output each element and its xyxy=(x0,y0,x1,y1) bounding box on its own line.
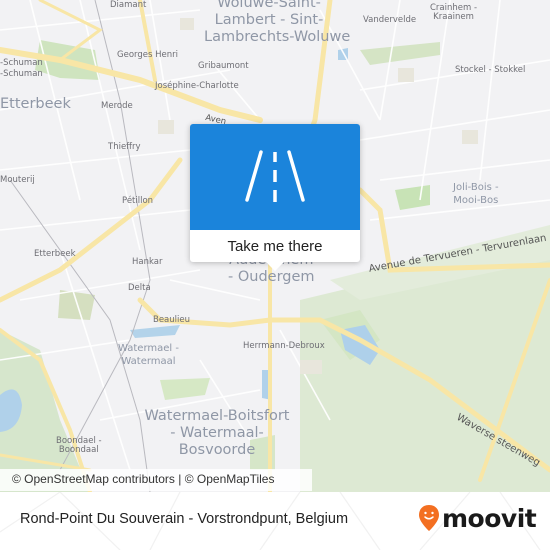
map-label-watermael: Watermael - Watermaal xyxy=(118,343,179,368)
map-label-line: Lambert - Sint- xyxy=(214,11,324,28)
map-label-line: Bosvoorde xyxy=(178,441,256,458)
map-label-line: Watermaal xyxy=(121,355,176,367)
map-label-diamant: Diamant xyxy=(110,0,147,10)
map-label-josephine-charlotte: Joséphine-Charlotte xyxy=(155,81,239,91)
map-label-georges-henri: Georges Henri xyxy=(117,50,178,60)
map-label-schuman-1: -Schuman xyxy=(0,58,43,68)
moovit-pin-icon xyxy=(419,505,439,531)
map-label-stockel: Stockel - Stokkel xyxy=(455,65,526,75)
moovit-logo[interactable]: moovit xyxy=(418,503,537,533)
map-label-gribaumont: Gribaumont xyxy=(198,61,249,71)
map-label-line: Lambrechts-Woluwe xyxy=(204,28,351,45)
popup-pointer xyxy=(266,262,284,271)
map-label-thieffry: Thieffry xyxy=(108,142,141,152)
map-label-line: - Watermaal- xyxy=(170,424,264,441)
map-label-schuman-2: -Schuman xyxy=(0,69,43,79)
map-label-line: - Oudergem xyxy=(228,268,315,285)
map-label-line: Boondaal xyxy=(58,445,99,456)
map-label-herrmann-debroux: Herrmann-Debroux xyxy=(243,341,325,351)
map-label-joli-bois: Joli-Bois - Mooi-Bos xyxy=(453,182,499,207)
map-attribution[interactable]: © OpenStreetMap contributors | © OpenMap… xyxy=(0,469,312,491)
map-label-line: Watermael - xyxy=(118,343,179,354)
map-view[interactable]: Diamant Woluwe-Saint- Lambert - Sint- La… xyxy=(0,0,550,492)
map-label-merode: Merode xyxy=(101,101,133,111)
map-label-petillon: Pétillon xyxy=(122,196,154,206)
map-label-etterbeek-station: Etterbeek xyxy=(34,249,76,259)
map-label-delta: Delta xyxy=(128,283,151,293)
map-label-line: Mooi-Bos xyxy=(453,194,499,206)
map-label-beaulieu: Beaulieu xyxy=(153,315,190,325)
moovit-wordmark: moovit xyxy=(442,503,537,533)
map-label-boondael: Boondael - Boondaal xyxy=(56,436,102,456)
popup-header xyxy=(190,124,360,230)
map-label-etterbeek-district: Etterbeek xyxy=(0,96,71,112)
destination-popup[interactable]: Take me there xyxy=(190,124,360,271)
map-label-mouterij: Mouterij xyxy=(0,175,35,185)
map-label-vandervelde: Vandervelde xyxy=(363,15,417,25)
map-label-hankar: Hankar xyxy=(132,257,163,267)
map-label-woluwe: Woluwe-Saint- Lambert - Sint- Lambrechts… xyxy=(204,0,351,46)
map-label-line: Joli-Bois - xyxy=(453,182,499,193)
map-label-watermael-boitsfort: Watermael-Boitsfort - Watermaal- Bosvoor… xyxy=(142,408,292,459)
map-label-line: Woluwe-Saint- xyxy=(217,0,321,11)
map-label-crainhem: Crainhem - Kraainem xyxy=(430,3,477,23)
take-me-there-button[interactable]: Take me there xyxy=(190,230,360,262)
map-label-line: Watermael-Boitsfort xyxy=(144,408,290,424)
place-name: Rond-Point Du Souverain - Vorstrondpunt,… xyxy=(20,511,349,527)
footer-bar: Rond-Point Du Souverain - Vorstrondpunt,… xyxy=(0,492,550,550)
road-icon xyxy=(245,150,305,202)
map-label-line: Kraainem xyxy=(433,12,474,23)
